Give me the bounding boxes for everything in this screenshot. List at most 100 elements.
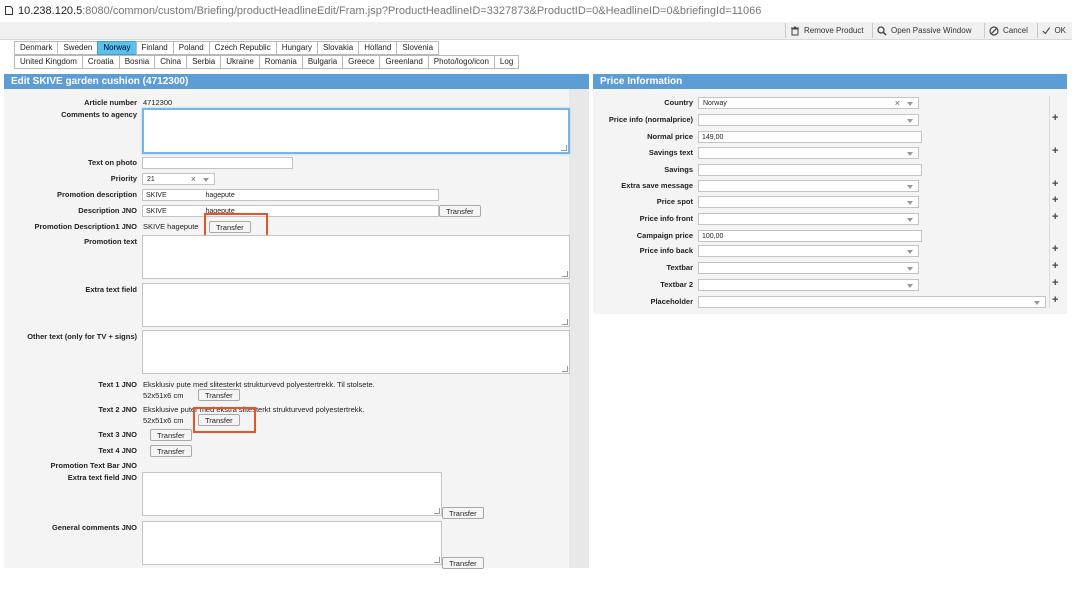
promotion-description-input[interactable]: SKIVE hagepute [142,189,439,201]
chevron-down-icon[interactable] [1034,301,1040,305]
promotion-text-label: Promotion text [84,237,137,246]
tab-bulgaria[interactable]: Bulgaria [301,55,343,69]
add-textbar2-icon[interactable]: + [1052,277,1058,289]
remove-product-label: Remove Product [804,26,864,35]
extra-text-field-textarea[interactable] [142,283,570,327]
tab-norway[interactable]: Norway [97,41,136,55]
add-extra-save-message-icon[interactable]: + [1052,178,1058,190]
price-info-normal-select[interactable] [698,114,919,126]
text4-transfer-button[interactable]: Transfer [150,445,192,457]
textbar-select[interactable] [698,262,919,274]
ok-button[interactable]: OK [1037,23,1072,38]
chevron-down-icon[interactable] [907,152,913,156]
chevron-down-icon[interactable] [907,267,913,271]
country-label: Country [664,98,693,107]
resize-grip-icon[interactable] [562,319,568,325]
tab-photo-logo-icon[interactable]: Photo/logo/icon [427,55,494,69]
checkmark-icon [1042,26,1051,34]
add-price-info-front-icon[interactable]: + [1052,211,1058,223]
description-jno-input[interactable]: SKIVE hagepute [142,205,439,217]
extra-save-message-label: Extra save message [621,181,693,190]
extra-text-field-jno-transfer-button[interactable]: Transfer [442,507,484,519]
chevron-down-icon[interactable] [907,102,913,106]
tab-croatia[interactable]: Croatia [81,55,119,69]
text1-transfer-button[interactable]: Transfer [198,389,240,401]
chevron-down-icon[interactable] [907,201,913,205]
comments-to-agency-textarea[interactable] [142,108,570,154]
tab-greenland[interactable]: Greenland [379,55,428,69]
tab-finland[interactable]: Finland [135,41,173,55]
placeholder-select[interactable] [698,296,1046,308]
add-price-info-normal-icon[interactable]: + [1052,112,1058,124]
promotion-description1-label: Promotion Description1 JNO [34,222,137,231]
priority-select[interactable]: 21 × [142,173,215,185]
chevron-down-icon[interactable] [907,284,913,288]
resize-grip-icon[interactable] [561,145,567,151]
tab-poland[interactable]: Poland [172,41,209,55]
tab-denmark[interactable]: Denmark [14,41,58,55]
resize-grip-icon[interactable] [562,366,568,372]
chevron-down-icon[interactable] [907,218,913,222]
tab-romania[interactable]: Romania [258,55,302,69]
cancel-button[interactable]: Cancel [984,23,1037,38]
savings-input[interactable] [698,164,922,176]
open-passive-window-button[interactable]: Open Passive Window [872,23,984,38]
url-text[interactable]: 10.238.120.5:8080/common/custom/Briefing… [18,5,761,17]
country-select[interactable]: Norway × [698,97,919,109]
description-jno-transfer-button[interactable]: Transfer [439,205,481,217]
tab-czech-republic[interactable]: Czech Republic [208,41,276,55]
textbar2-select[interactable] [698,279,919,291]
address-bar[interactable]: 10.238.120.5:8080/common/custom/Briefing… [0,0,1072,22]
tab-slovakia[interactable]: Slovakia [316,41,359,55]
resize-grip-icon[interactable] [434,508,440,514]
price-spot-select[interactable] [698,196,919,208]
tab-slovenia[interactable]: Slovenia [396,41,440,55]
tab-log[interactable]: Log [493,55,520,69]
open-passive-window-label: Open Passive Window [891,26,972,35]
clear-icon[interactable]: × [191,174,196,185]
remove-product-button[interactable]: Remove Product [785,23,872,38]
chevron-down-icon[interactable] [907,185,913,189]
extra-save-message-select[interactable] [698,180,919,192]
campaign-price-input[interactable]: 100,00 [698,230,922,242]
tab-ukraine[interactable]: Ukraine [220,55,259,69]
resize-grip-icon[interactable] [562,271,568,277]
other-text-label: Other text (only for TV + signs) [27,332,137,341]
page-icon [5,6,13,15]
tab-bosnia[interactable]: Bosnia [118,55,155,69]
tab-united-kingdom[interactable]: United Kingdom [14,55,82,69]
price-information-panel: Price Information [593,74,1067,314]
general-comments-jno-textarea[interactable] [142,521,442,565]
add-price-spot-icon[interactable]: + [1052,194,1058,206]
chevron-down-icon[interactable] [203,178,209,182]
price-info-front-select[interactable] [698,213,919,225]
tab-hungary[interactable]: Hungary [275,41,317,55]
other-text-textarea[interactable] [142,330,570,374]
promotion-text-bar-label: Promotion Text Bar JNO [50,461,137,470]
promotion-text-textarea[interactable] [142,235,570,279]
chevron-down-icon[interactable] [907,250,913,254]
clear-icon[interactable]: × [895,98,900,109]
text-on-photo-input[interactable] [142,157,293,169]
tab-sweden[interactable]: Sweden [57,41,98,55]
chevron-down-icon[interactable] [907,119,913,123]
add-textbar-icon[interactable]: + [1052,260,1058,272]
price-info-back-select[interactable] [698,245,919,257]
extra-text-field-jno-textarea[interactable] [142,472,442,516]
tab-greece[interactable]: Greece [342,55,380,69]
normal-price-input[interactable]: 149,00 [698,131,922,143]
resize-grip-icon[interactable] [434,557,440,563]
add-placeholder-icon[interactable]: + [1052,294,1058,306]
tab-serbia[interactable]: Serbia [186,55,221,69]
text3-transfer-button[interactable]: Transfer [150,429,192,441]
campaign-price-label: Campaign price [636,231,693,240]
add-price-info-back-icon[interactable]: + [1052,243,1058,255]
add-savings-text-icon[interactable]: + [1052,145,1058,157]
text3-jno-label: Text 3 JNO [98,430,137,439]
tab-holland[interactable]: Holland [358,41,397,55]
promotion-description1-value: SKIVE hagepute [143,222,199,231]
article-number-label: Article number [84,98,137,107]
general-comments-jno-transfer-button[interactable]: Transfer [442,557,484,569]
tab-china[interactable]: China [154,55,187,69]
savings-text-select[interactable] [698,147,919,159]
